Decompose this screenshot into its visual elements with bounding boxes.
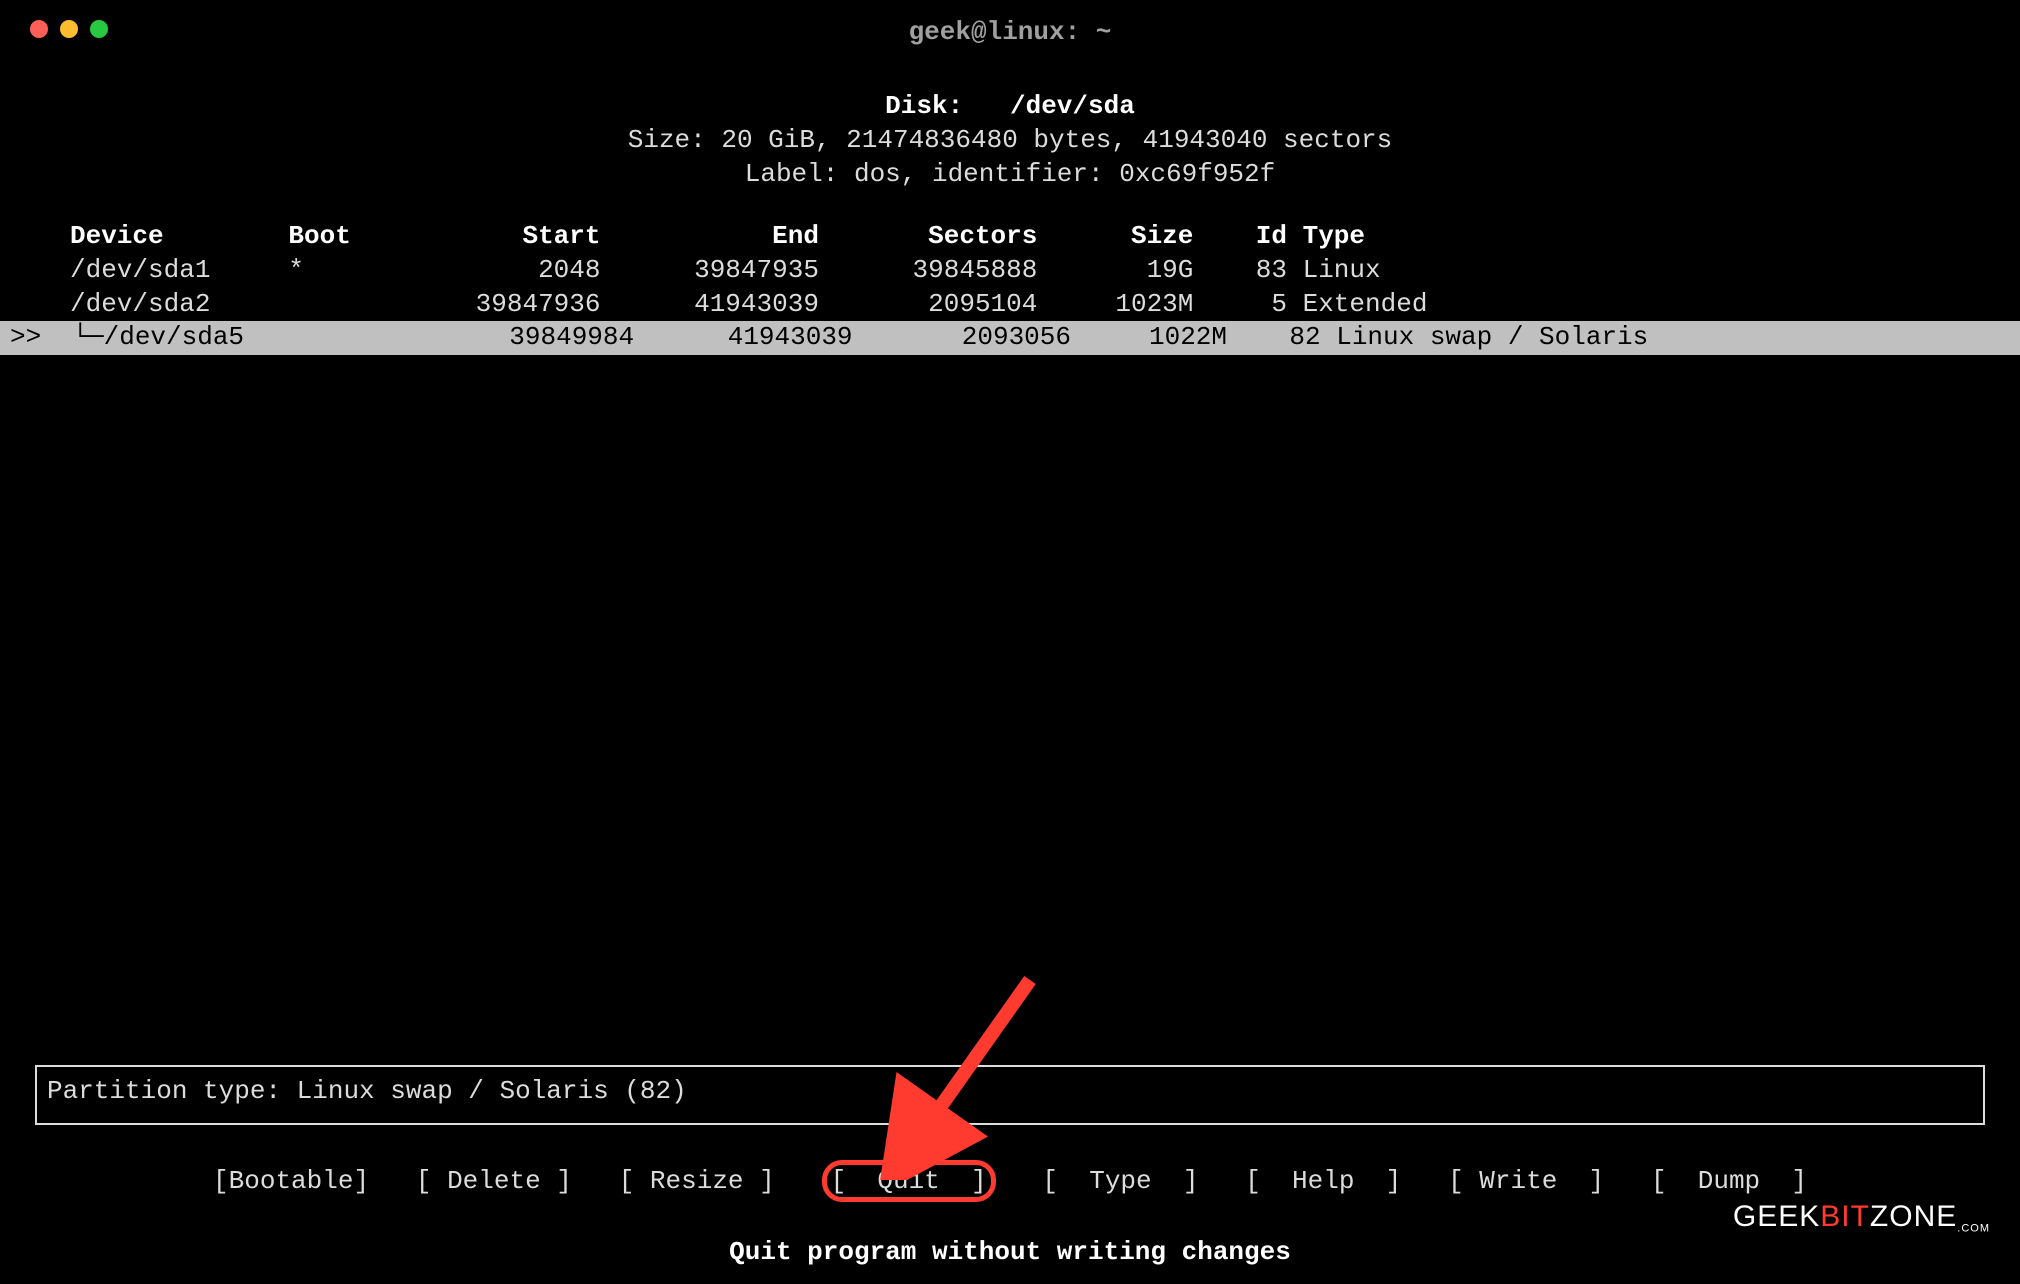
hint-text: Quit program without writing changes <box>0 1236 2020 1270</box>
watermark-a: GEEK <box>1733 1200 1820 1233</box>
menu-item-bootable[interactable]: [Bootable] <box>213 1166 369 1196</box>
disk-size-line: Size: 20 GiB, 21474836480 bytes, 4194304… <box>0 124 2020 158</box>
watermark-b: BIT <box>1820 1200 1870 1233</box>
watermark-d: .COM <box>1957 1223 1990 1235</box>
disk-label: Disk: <box>885 91 963 121</box>
menu-item-help[interactable]: [ Help ] <box>1245 1166 1401 1196</box>
disk-label-line: Label: dos, identifier: 0xc69f952f <box>0 158 2020 192</box>
table-row[interactable]: >> └─/dev/sda5 39849984 41943039 2093056… <box>0 321 2020 355</box>
menu-item-resize[interactable]: [ Resize ] <box>619 1166 775 1196</box>
partition-table[interactable]: Device Boot Start End Sectors Size Id Ty… <box>0 220 2020 355</box>
partition-info-box: Partition type: Linux swap / Solaris (82… <box>35 1065 1985 1125</box>
watermark: GEEKBITZONE.COM <box>1733 1197 1990 1236</box>
disk-header: Disk: /dev/sda Size: 20 GiB, 21474836480… <box>0 90 2020 191</box>
window-title: geek@linux: ~ <box>0 16 2020 50</box>
table-row[interactable]: /dev/sda2 39847936 41943039 2095104 1023… <box>0 288 2020 322</box>
menu-item-delete[interactable]: [ Delete ] <box>416 1166 572 1196</box>
menu-item-type[interactable]: [ Type ] <box>1042 1166 1198 1196</box>
watermark-c: ZONE <box>1870 1200 1957 1233</box>
table-row[interactable]: /dev/sda1 * 2048 39847935 39845888 19G 8… <box>0 254 2020 288</box>
menu-item-quit[interactable]: [ Quit ] <box>822 1160 996 1202</box>
action-menu: [Bootable] [ Delete ] [ Resize ] [ Quit … <box>0 1165 2020 1199</box>
table-header: Device Boot Start End Sectors Size Id Ty… <box>0 220 2020 254</box>
partition-info-text: Partition type: Linux swap / Solaris (82… <box>47 1076 687 1106</box>
menu-item-dump[interactable]: [ Dump ] <box>1651 1166 1807 1196</box>
disk-path: /dev/sda <box>1010 91 1135 121</box>
menu-item-write[interactable]: [ Write ] <box>1448 1166 1604 1196</box>
